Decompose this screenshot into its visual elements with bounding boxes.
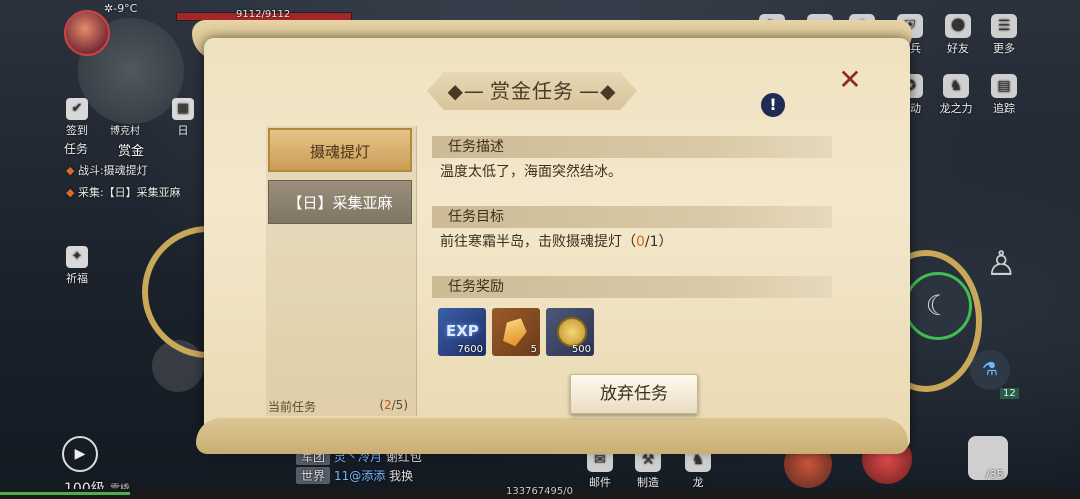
reward-header: 任务奖励 [432,276,832,298]
checkbox-icon: ✔ [66,98,88,120]
chat-line-2[interactable]: 世界 11@添添 我换 [296,467,413,484]
close-icon[interactable]: ✕ [836,66,864,94]
task-tab-soul-lantern[interactable]: 摄魂提灯 [268,128,412,172]
track-button[interactable]: ▤ 追踪 [984,74,1024,116]
desc-header: 任务描述 [432,136,832,158]
bag-count: /35 [986,468,1004,481]
friends-button[interactable]: ☻ 好友 [938,14,978,56]
tab-task[interactable]: 任务 [64,140,88,157]
play-icon: ▶ [74,446,86,462]
coin-icon [557,317,587,347]
dragon-power-button[interactable]: ♞ 龙之力 [936,74,976,116]
goal-header: 任务目标 [432,206,832,228]
potion-button[interactable]: ⚗ [970,350,1010,390]
craft-button[interactable]: ⚒ 制造 [628,448,668,490]
diamond-icon: ◆ [66,164,75,177]
exp-icon: EXP [446,322,479,340]
mail-button[interactable]: ✉ 邮件 [580,448,620,490]
task-tab-gather-flax[interactable]: 【日】采集亚麻 [268,180,412,224]
desc-text: 温度太低了，海面突然结冰。 [440,164,622,180]
potion-icon: ⚗ [981,359,999,380]
tab-bounty[interactable]: 赏金 [118,140,144,159]
calendar-icon: ▦ [172,98,194,120]
diamond-icon: ◆ [66,186,75,199]
dragon-button[interactable]: ♞ 龙 [678,448,718,490]
abandon-task-button[interactable]: 放弃任务 [570,374,698,414]
tracker-item-2[interactable]: ◆ 采集:【日】采集亚麻 [66,184,181,200]
gift-icon: ✦ [66,246,88,268]
info-icon[interactable]: ! [760,92,786,118]
current-tasks-row: 当前任务 (2/5) [268,398,408,414]
character-icon[interactable]: ♙ [986,244,1016,308]
snowflake-icon: ✲ [104,2,114,15]
dragon-icon: ♞ [943,74,969,98]
panel-title: ◆— 赏金任务 —◆ [427,72,637,110]
exp-text: 133767495/0 [506,486,573,497]
avatar[interactable] [64,10,110,56]
task-list: 摄魂提灯 【日】采集亚麻 [266,126,417,416]
pray-button[interactable]: ✦ 祈福 [62,246,92,286]
reward-coin[interactable]: 500 [546,308,594,356]
menu-icon: ☰ [991,14,1017,38]
daily-button[interactable]: ▦ 日 [168,98,198,138]
tracker-item-1[interactable]: ◆ 战斗:摄魂提灯 [66,162,148,178]
people-icon: ☻ [945,14,971,38]
goal-text: 前往寒霜半岛，击败摄魂提灯（0/1） [440,234,673,250]
stone-icon [499,314,531,349]
list-icon: ▤ [991,74,1017,98]
skill-count: 12 [1000,388,1019,399]
more-button[interactable]: ☰ 更多 [984,14,1024,56]
temperature: ✲-9°C [104,2,138,15]
reward-exp[interactable]: EXP 7600 [438,308,486,356]
ornament-icon: —◆ [579,79,617,103]
current-tasks-count: (2/5) [379,398,408,412]
map-label: 博克村 [110,126,140,137]
scroll-bottom-curl [196,418,908,454]
hp-text: 9112/9112 [236,9,291,20]
reward-stone[interactable]: 5 [492,308,540,356]
checkin-button[interactable]: ✔ 签到 [62,98,92,138]
auto-play-button[interactable]: ▶ [62,436,98,472]
ornament-icon: ◆— [447,79,485,103]
